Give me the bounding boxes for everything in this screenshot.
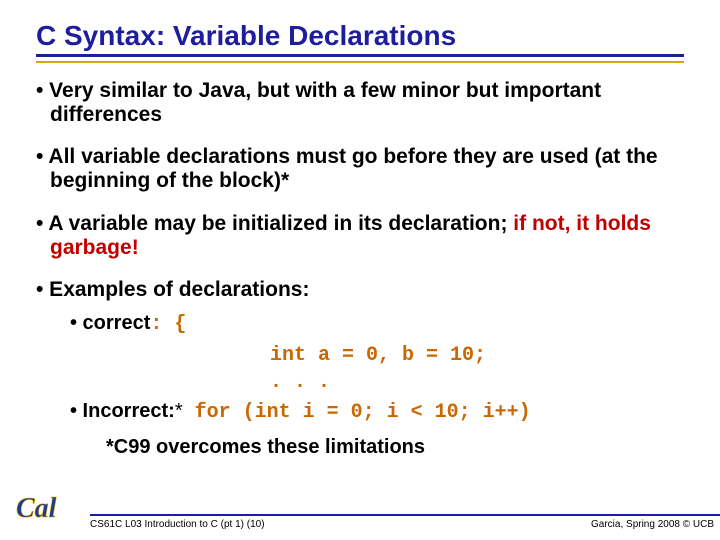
footnote: *C99 overcomes these limitations	[36, 436, 684, 459]
slide-title: C Syntax: Variable Declarations	[36, 20, 684, 57]
code-incorrect: for (int i = 0; i < 10; i++)	[183, 401, 531, 424]
cal-logo: Cal	[12, 489, 82, 530]
bullet-3-text: • A variable may be initialized in its d…	[36, 212, 513, 235]
bullet-4: • Examples of declarations:	[36, 278, 684, 302]
incorrect-label: • Incorrect:	[70, 400, 175, 422]
bullet-2: • All variable declarations must go befo…	[36, 145, 684, 193]
code-open-brace: {	[162, 313, 186, 336]
bullet-3: • A variable may be initialized in its d…	[36, 212, 684, 260]
incorrect-star: *	[175, 400, 183, 422]
code-line-1: int a = 0, b = 10;	[70, 344, 684, 367]
logo-text: Cal	[16, 493, 57, 524]
correct-colon: :	[150, 313, 162, 336]
bullet-1: • Very similar to Java, but with a few m…	[36, 79, 684, 127]
footer-left: CS61C L03 Introduction to C (pt 1) (10)	[90, 519, 265, 530]
footer-right: Garcia, Spring 2008 © UCB	[591, 519, 714, 530]
sub-incorrect: • Incorrect:* for (int i = 0; i < 10; i+…	[70, 398, 684, 426]
title-underline	[36, 61, 684, 63]
sub-correct: • correct: {	[70, 310, 684, 338]
correct-label: • correct	[70, 312, 150, 334]
code-line-2: . . .	[70, 371, 684, 394]
footer: Cal CS61C L03 Introduction to C (pt 1) (…	[0, 496, 720, 534]
footer-bar	[90, 514, 720, 516]
